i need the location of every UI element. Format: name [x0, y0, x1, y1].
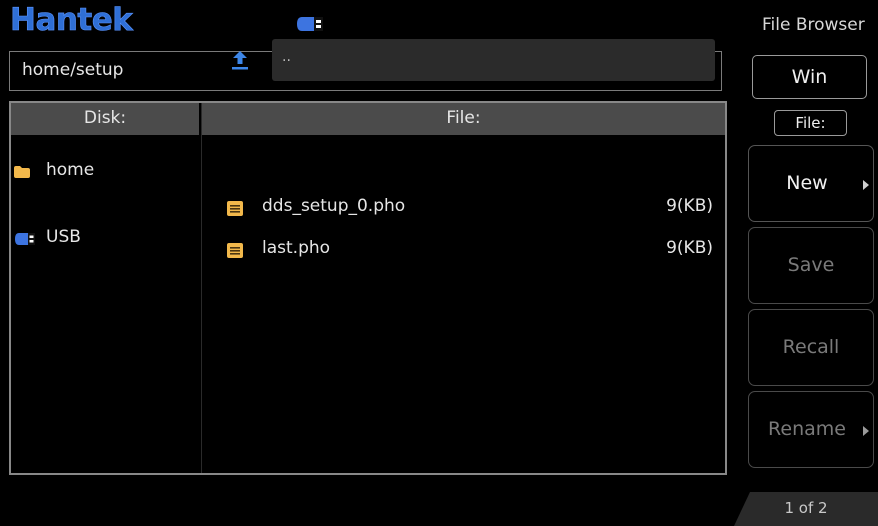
file-browser-panel: Disk: File:: [9, 101, 727, 475]
upload-icon[interactable]: [229, 49, 251, 71]
file-icon: [227, 201, 243, 216]
menu-title: File Browser: [762, 15, 865, 35]
file-name: dds_setup_0.pho: [262, 196, 406, 216]
disk-column-header: Disk:: [11, 103, 199, 135]
new-button[interactable]: New: [748, 145, 874, 222]
recall-button-label: Recall: [782, 336, 840, 358]
file-name: last.pho: [262, 238, 331, 258]
disk-item-label: home: [46, 160, 95, 180]
recall-button[interactable]: Recall: [748, 309, 874, 386]
submenu-arrow-icon: [863, 426, 869, 436]
file-row[interactable]: last.pho 9(KB): [222, 238, 718, 264]
rename-button[interactable]: Rename: [748, 391, 874, 468]
page-indicator[interactable]: 1 of 2: [734, 492, 878, 526]
file-type-selector[interactable]: File:: [774, 110, 847, 136]
rename-button-label: Rename: [768, 418, 846, 440]
parent-directory-label: ..: [282, 49, 291, 65]
file-size: 9(KB): [666, 196, 713, 216]
win-button[interactable]: Win: [752, 55, 867, 99]
save-button[interactable]: Save: [748, 227, 874, 304]
usb-drive-icon: [297, 17, 323, 31]
save-button-label: Save: [787, 254, 835, 276]
usb-drive-icon: [15, 233, 35, 245]
column-divider: [201, 103, 202, 473]
disk-item-label: USB: [46, 227, 81, 247]
new-button-label: New: [786, 172, 828, 194]
folder-icon: [14, 166, 30, 178]
file-icon: [227, 243, 243, 258]
submenu-arrow-icon: [863, 180, 869, 190]
file-column-header: File:: [202, 103, 725, 135]
parent-directory-row[interactable]: ..: [272, 39, 715, 81]
file-row[interactable]: dds_setup_0.pho 9(KB): [222, 196, 718, 222]
brand-logo: Hantek: [10, 2, 134, 39]
file-size: 9(KB): [666, 238, 713, 258]
